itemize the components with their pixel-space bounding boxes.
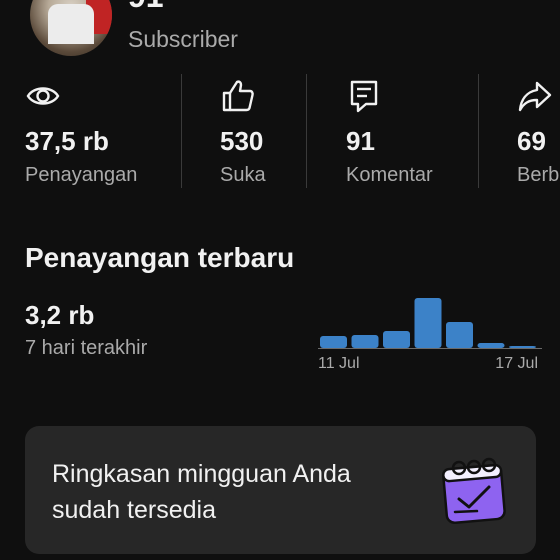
subscriber-count: 91 (128, 0, 164, 15)
stat-comments-value: 91 (346, 126, 375, 156)
chart-bar (414, 298, 442, 348)
recent-views-period: 7 hari terakhir (25, 337, 148, 359)
channel-avatar[interactable] (30, 0, 112, 56)
chart-bar (446, 322, 473, 348)
eye-icon (26, 87, 60, 105)
subscriber-label: Subscriber (128, 26, 238, 52)
avatar-figure (48, 4, 94, 44)
calendar-check-icon (442, 457, 506, 525)
chart-bar (351, 335, 379, 348)
divider (478, 74, 479, 188)
stat-likes-label: Suka (220, 164, 266, 186)
stat-comments-label: Komentar (346, 164, 433, 186)
chart-bar (320, 336, 347, 348)
stat-likes-value: 530 (220, 126, 264, 156)
chart-bar (477, 343, 505, 348)
stat-views-value: 37,5 rb (25, 126, 109, 156)
weekly-summary-text: Ringkasan mingguan Anda sudah tersedia (52, 460, 351, 524)
comment-icon (350, 80, 378, 113)
divider (306, 74, 307, 188)
stat-shares-label: Berb (517, 164, 560, 186)
views-bar-chart[interactable]: 11 Jul 17 Jul (318, 290, 542, 374)
thumbs-up-icon (222, 80, 254, 112)
recent-views-value: 3,2 rb (25, 300, 95, 330)
stat-views-label: Penayangan (25, 164, 138, 186)
chart-bar (509, 346, 536, 348)
stat-shares-value: 69 (517, 126, 546, 156)
divider (181, 74, 182, 188)
weekly-summary-card[interactable]: Ringkasan mingguan Anda sudah tersedia (25, 426, 536, 554)
chart-tick-label: 17 Jul (495, 355, 538, 372)
chart-tick-label: 11 Jul (318, 355, 360, 372)
share-icon (518, 81, 552, 112)
chart-bar (383, 331, 410, 348)
recent-views-title: Penayangan terbaru (25, 242, 295, 273)
